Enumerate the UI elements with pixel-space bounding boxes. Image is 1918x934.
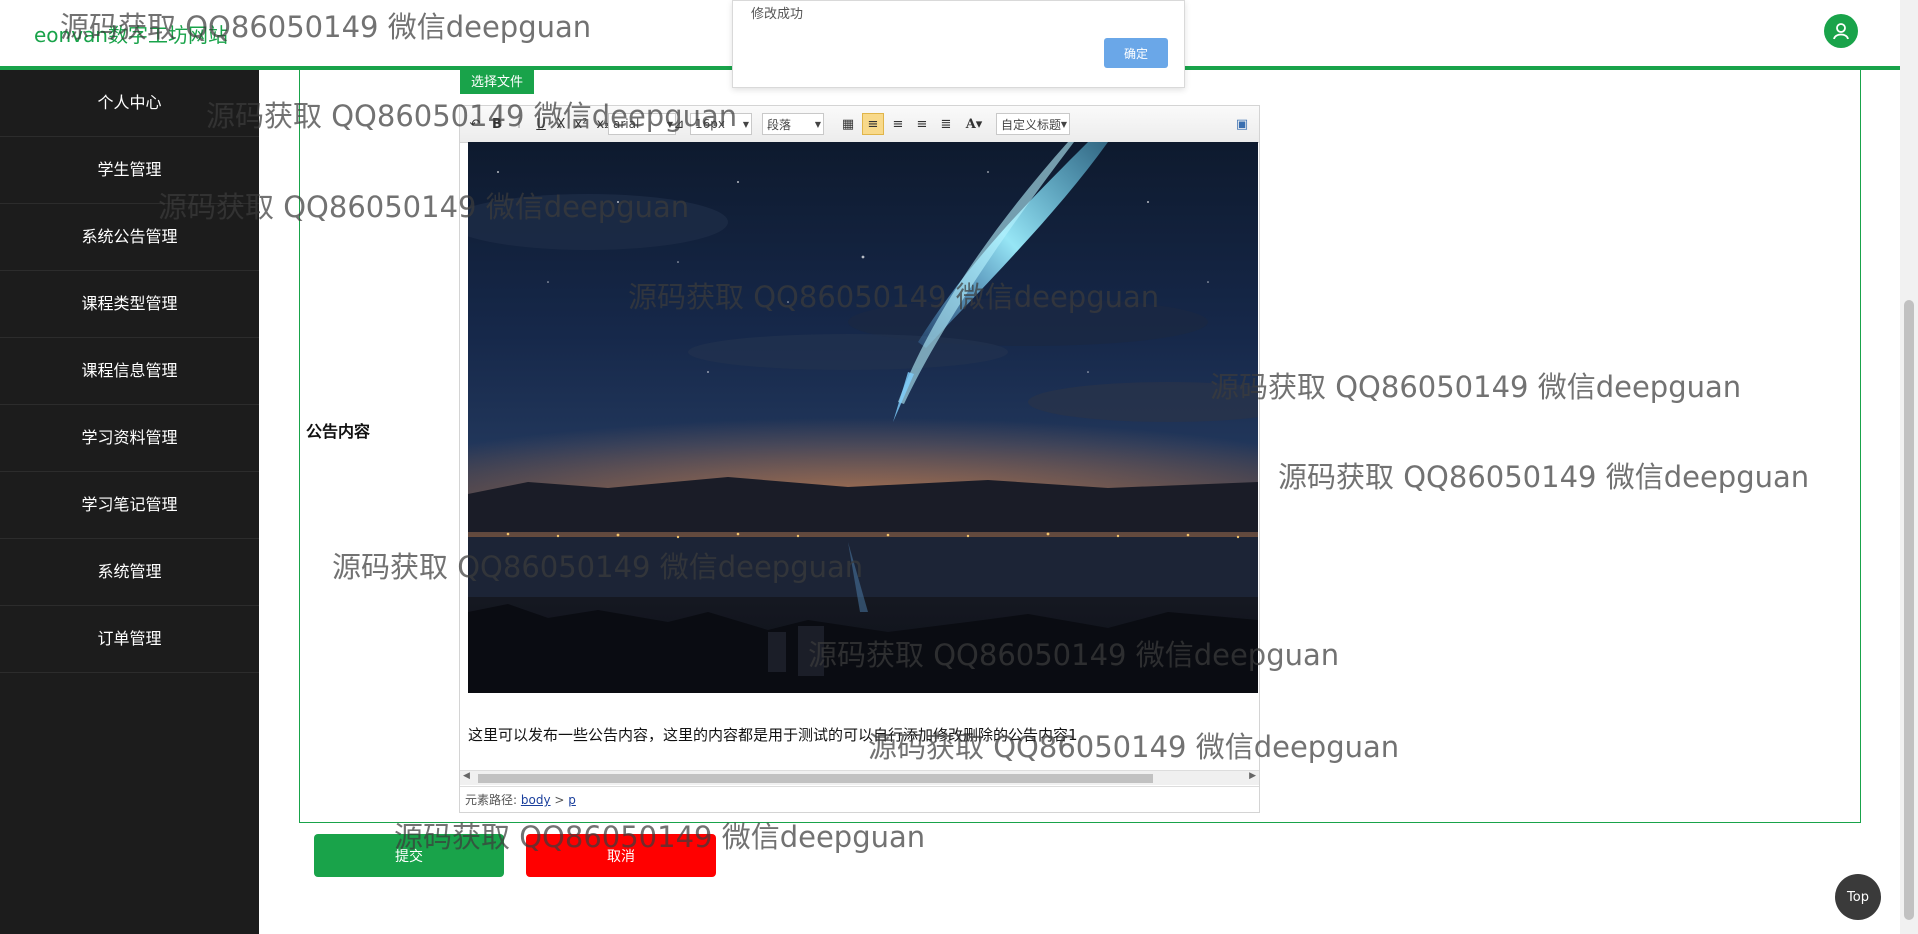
path-separator: > (554, 793, 565, 807)
sidebar-item-notes[interactable]: 学习笔记管理 (0, 472, 259, 539)
content-image (468, 142, 1258, 693)
choose-file-button[interactable]: 选择文件 (460, 66, 534, 94)
chevron-down-icon: ▼ (814, 119, 821, 129)
sidebar-item-course-types[interactable]: 课程类型管理 (0, 271, 259, 338)
bold-icon[interactable]: B (488, 113, 506, 135)
announcement-content-text[interactable]: 这里可以发布一些公告内容，这里的内容都是用于测试的可以自行添加修改删除的公告内容… (468, 724, 1078, 745)
sidebar-item-system[interactable]: 系统管理 (0, 539, 259, 606)
strikethrough-icon[interactable]: X (552, 113, 570, 135)
chevron-down-icon: ▼ (742, 119, 749, 129)
align-right-icon[interactable]: ≡ (888, 113, 908, 135)
content-field-label: 公告内容 (306, 422, 371, 441)
editor-horizontal-scrollbar[interactable]: ◀ ▶ (460, 770, 1259, 785)
rich-text-editor[interactable]: ↶ B I U X x² x₂ arial ▼ ⊿ 16px ▼ 段落 ▼ ▦ … (459, 105, 1260, 813)
success-dialog: 修改成功 确定 (732, 0, 1185, 88)
align-center-icon[interactable]: ≡ (912, 113, 932, 135)
back-to-top-button[interactable]: Top (1835, 874, 1881, 920)
scroll-left-icon[interactable]: ◀ (463, 771, 470, 781)
scrollbar-thumb[interactable] (478, 774, 1153, 783)
element-path-label: 元素路径: (465, 793, 518, 807)
sidebar-item-course-info[interactable]: 课程信息管理 (0, 338, 259, 405)
font-size-value: 16px (695, 117, 725, 131)
page-scrollbar-thumb[interactable] (1904, 300, 1914, 920)
paragraph-value: 段落 (767, 117, 792, 132)
sidebar-item-profile[interactable]: 个人中心 (0, 70, 259, 137)
cancel-button[interactable]: 取消 (526, 834, 716, 877)
font-color-icon[interactable]: A▾ (960, 113, 988, 135)
submit-button[interactable]: 提交 (314, 834, 504, 877)
align-left-icon[interactable]: ≡ (862, 113, 884, 135)
chevron-down-icon: ▼ (1060, 119, 1067, 129)
path-p-link[interactable]: p (568, 793, 576, 807)
sidebar-item-announcements[interactable]: 系统公告管理 (0, 204, 259, 271)
font-size-select[interactable]: 16px ▼ (690, 113, 752, 135)
path-body-link[interactable]: body (521, 793, 551, 807)
underline-icon[interactable]: U (532, 113, 550, 135)
font-family-value: arial (613, 117, 640, 131)
font-family-select[interactable]: arial ▼ (608, 113, 676, 135)
sidebar: 个人中心 学生管理 系统公告管理 课程类型管理 课程信息管理 学习资料管理 学习… (0, 70, 259, 934)
dialog-message: 修改成功 (751, 7, 804, 22)
superscript-icon[interactable]: x² (572, 113, 590, 135)
format-brush-icon[interactable]: ⊿ (670, 113, 688, 135)
element-path-bar: 元素路径: body > p (460, 786, 1259, 812)
scroll-right-icon[interactable]: ▶ (1249, 771, 1256, 781)
italic-icon[interactable]: I (510, 113, 528, 135)
undo-icon[interactable]: ↶ (466, 113, 484, 135)
sidebar-item-students[interactable]: 学生管理 (0, 137, 259, 204)
page-vertical-scrollbar[interactable] (1900, 0, 1918, 934)
paragraph-select[interactable]: 段落 ▼ (762, 113, 824, 135)
custom-heading-select[interactable]: 自定义标题 ▼ (996, 113, 1070, 135)
site-brand[interactable]: eonvan数字工坊网站 (34, 19, 228, 48)
table-icon[interactable]: ▦ (838, 113, 858, 135)
preview-icon[interactable]: ▣ (1232, 113, 1252, 135)
custom-heading-value: 自定义标题 (1001, 117, 1062, 132)
sidebar-item-materials[interactable]: 学习资料管理 (0, 405, 259, 472)
editor-toolbar: ↶ B I U X x² x₂ arial ▼ ⊿ 16px ▼ 段落 ▼ ▦ … (460, 106, 1259, 143)
user-avatar-icon[interactable] (1824, 14, 1858, 48)
sidebar-item-orders[interactable]: 订单管理 (0, 606, 259, 673)
align-justify-icon[interactable]: ≣ (936, 113, 956, 135)
dialog-ok-button[interactable]: 确定 (1104, 38, 1168, 68)
